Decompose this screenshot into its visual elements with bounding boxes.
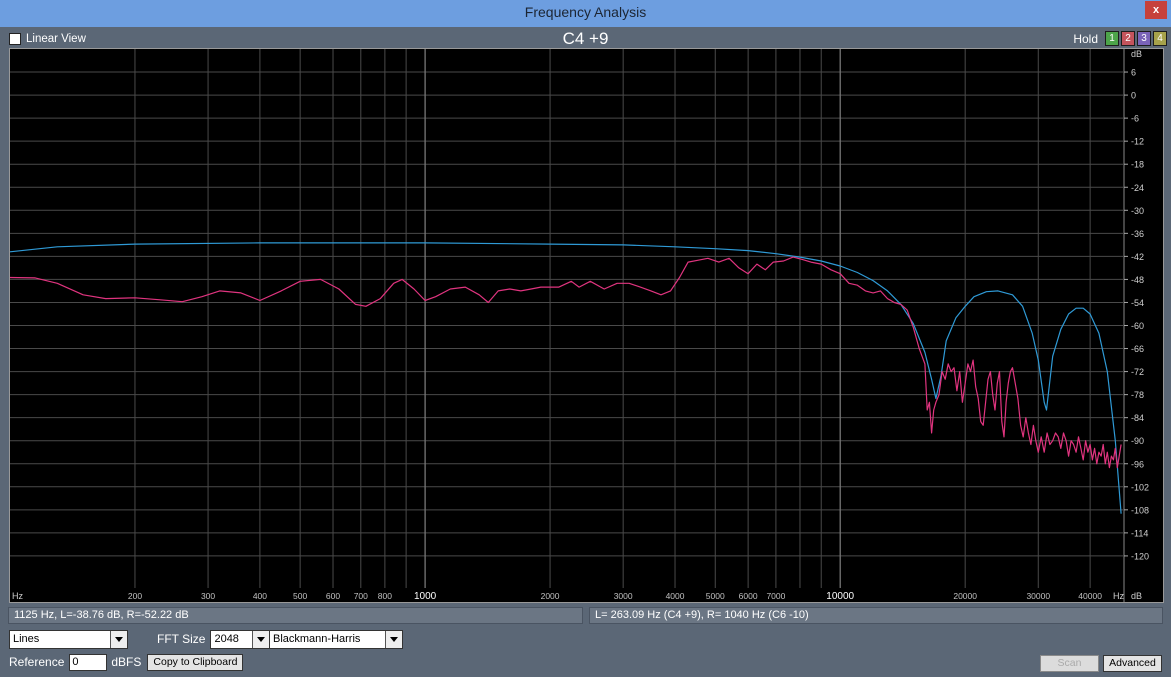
- chevron-down-icon[interactable]: [252, 630, 270, 648]
- y-tick-label: -72: [1131, 367, 1144, 377]
- title-bar: Frequency Analysis x: [0, 0, 1171, 27]
- y-tick-label: -30: [1131, 206, 1144, 216]
- y-tick-label: -60: [1131, 321, 1144, 331]
- x-tick-label: 6000: [739, 591, 758, 601]
- frequency-analysis-window: Linear View C4 +9 Hold 1 2 3 4 6 0 -6 -12 -1…: [0, 27, 1171, 677]
- y-tick-label: -24: [1131, 183, 1144, 193]
- close-button[interactable]: x: [1145, 1, 1167, 19]
- x-tick-label: 800: [378, 591, 392, 601]
- y-tick-label: -6: [1131, 114, 1139, 124]
- hold-label: Hold: [1073, 31, 1098, 46]
- advanced-button[interactable]: Advanced: [1103, 655, 1162, 672]
- x-tick-label: 5000: [706, 591, 725, 601]
- hold-button-1[interactable]: 1: [1105, 31, 1119, 46]
- linear-view-label: Linear View: [26, 33, 86, 45]
- y-tick-label: -12: [1131, 137, 1144, 147]
- x-tick-label: 700: [354, 591, 368, 601]
- y-tick-label: -114: [1131, 528, 1148, 538]
- x-tick-label: 20000: [953, 591, 977, 601]
- y-tick-label: -18: [1131, 160, 1144, 170]
- hold-button-4[interactable]: 4: [1153, 31, 1167, 46]
- window-function-value: Blackmann-Harris: [273, 632, 361, 645]
- window-function-select[interactable]: Blackmann-Harris: [269, 629, 403, 649]
- y-tick-label: -90: [1131, 436, 1144, 446]
- x-tick-label: 40000: [1078, 591, 1102, 601]
- y-tick-label: -48: [1131, 275, 1144, 285]
- x-tick-label: 7000: [766, 591, 785, 601]
- fft-size-value: 2048: [214, 632, 239, 645]
- x-tick-label: 400: [253, 591, 267, 601]
- chevron-down-icon[interactable]: [385, 630, 402, 648]
- x-unit-label-right: Hz: [1113, 591, 1124, 601]
- peak-status: L= 263.09 Hz (C4 +9), R= 1040 Hz (C6 -10…: [589, 607, 1163, 624]
- display-mode-group: Lines: [9, 629, 128, 649]
- reference-row: Reference 0 dBFS Copy to Clipboard: [9, 653, 244, 671]
- chevron-down-icon[interactable]: [110, 630, 127, 648]
- y-unit-label-top: dB: [1131, 49, 1142, 59]
- x-tick-label: 500: [293, 591, 307, 601]
- y-tick-label: -108: [1131, 505, 1149, 515]
- y-tick-label: -36: [1131, 229, 1144, 239]
- spectrum-chart[interactable]: 6 0 -6 -12 -18 -24 -30 -36 -42 -48 -54 -60 -66 -72 -78…: [10, 49, 1163, 602]
- display-mode-select[interactable]: Lines: [9, 629, 128, 649]
- x-tick-label: 300: [201, 591, 215, 601]
- x-tick-label: 30000: [1026, 591, 1050, 601]
- cursor-status: 1125 Hz, L=-38.76 dB, R=-52.22 dB: [8, 607, 583, 624]
- y-unit-label-bottom: dB: [1131, 591, 1142, 601]
- x-tick-label: 1000: [414, 591, 437, 602]
- y-tick-label: 6: [1131, 68, 1136, 78]
- y-tick-label: -42: [1131, 252, 1144, 262]
- fft-size-label: FFT Size: [157, 632, 206, 646]
- y-tick-label: -54: [1131, 298, 1144, 308]
- linear-view-checkbox[interactable]: [9, 33, 21, 45]
- x-unit-label-left: Hz: [12, 591, 23, 601]
- hold-button-3[interactable]: 3: [1137, 31, 1151, 46]
- y-tick-label: 0: [1131, 91, 1136, 101]
- x-tick-label: 3000: [614, 591, 633, 601]
- y-tick-label: -84: [1131, 413, 1144, 423]
- fft-size-select[interactable]: 2048: [210, 629, 271, 649]
- y-tick-label: -102: [1131, 482, 1149, 492]
- y-tick-label: -120: [1131, 551, 1149, 561]
- window-function-group: Blackmann-Harris: [269, 629, 403, 649]
- note-display: C4 +9: [562, 29, 609, 48]
- reference-label: Reference: [9, 655, 65, 669]
- x-tick-label: 200: [128, 591, 142, 601]
- series-r-line: [10, 256, 1122, 469]
- x-tick-label: 600: [326, 591, 340, 601]
- fft-size-group: FFT Size 2048: [157, 629, 271, 649]
- window-title: Frequency Analysis: [524, 4, 647, 20]
- hold-button-2[interactable]: 2: [1121, 31, 1135, 46]
- linear-view-toggle[interactable]: Linear View: [9, 32, 86, 46]
- x-tick-label: 4000: [666, 591, 685, 601]
- display-mode-value: Lines: [13, 632, 40, 645]
- scan-button[interactable]: Scan: [1040, 655, 1099, 672]
- copy-to-clipboard-button[interactable]: Copy to Clipboard: [147, 653, 244, 671]
- y-tick-label: -78: [1131, 390, 1144, 400]
- hold-controls: Hold 1 2 3 4: [1073, 31, 1167, 46]
- y-tick-label: -66: [1131, 344, 1144, 354]
- x-tick-label: 10000: [826, 591, 854, 602]
- x-tick-label: 2000: [541, 591, 560, 601]
- y-tick-label: -96: [1131, 459, 1144, 469]
- spectrum-plot[interactable]: 6 0 -6 -12 -18 -24 -30 -36 -42 -48 -54 -60 -66 -72 -78…: [9, 48, 1164, 603]
- reference-unit: dBFS: [111, 655, 142, 669]
- reference-input[interactable]: 0: [69, 653, 108, 671]
